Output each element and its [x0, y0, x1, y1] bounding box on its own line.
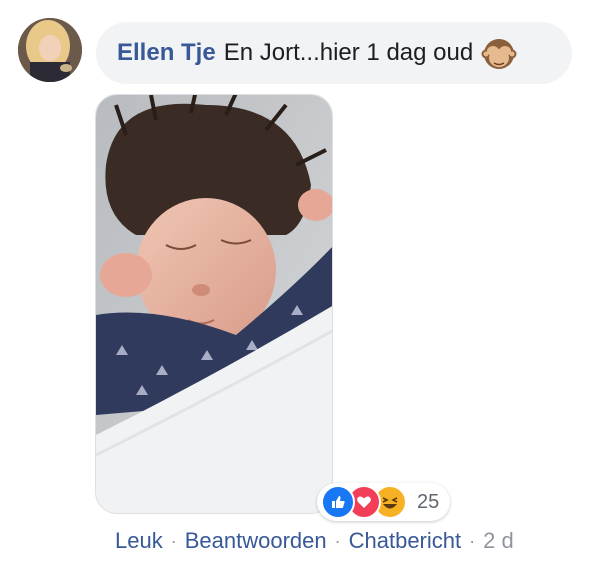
- see-no-evil-monkey-icon: [481, 35, 517, 71]
- reactions-summary[interactable]: 25: [317, 483, 450, 521]
- reply-link[interactable]: Beantwoorden: [185, 528, 327, 554]
- avatar[interactable]: [18, 18, 82, 82]
- separator: ·: [469, 530, 476, 551]
- comment-photo[interactable]: [95, 94, 333, 514]
- reaction-count: 25: [417, 490, 440, 513]
- comment-thread: Ellen Tje En Jort...hier 1 dag oud 25 Le…: [0, 0, 594, 572]
- comment-bubble: Ellen Tje En Jort...hier 1 dag oud: [96, 22, 572, 84]
- separator: ·: [334, 530, 341, 551]
- like-link[interactable]: Leuk: [115, 528, 163, 554]
- avatar-image: [18, 18, 82, 82]
- comment-actions: Leuk · Beantwoorden · Chatbericht · 2 d: [115, 528, 514, 554]
- comment-timestamp[interactable]: 2 d: [483, 528, 514, 554]
- like-icon: [321, 485, 355, 519]
- comment-text: En Jort...hier 1 dag oud: [223, 39, 474, 66]
- separator: ·: [170, 530, 177, 551]
- comment-author[interactable]: Ellen Tje: [117, 39, 216, 67]
- message-link[interactable]: Chatbericht: [349, 528, 462, 554]
- baby-photo-image: [96, 95, 332, 513]
